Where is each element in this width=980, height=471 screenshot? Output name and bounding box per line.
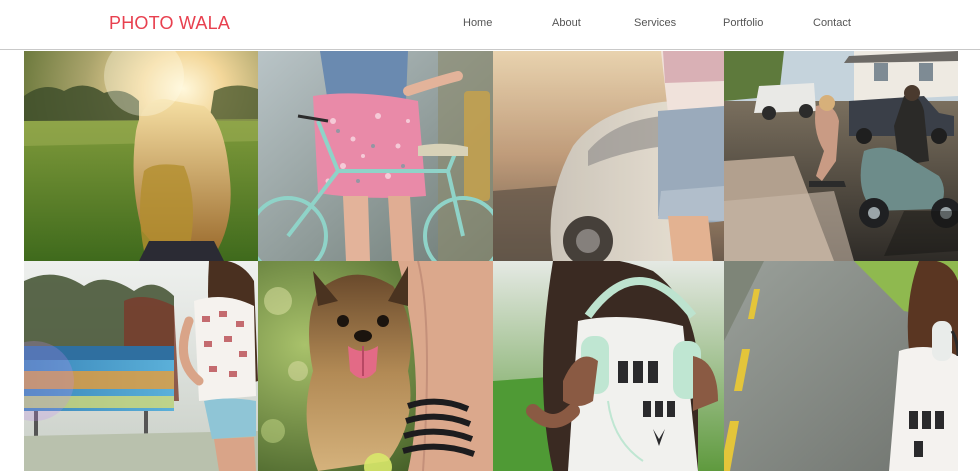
gallery-photo-floral-bicycle[interactable]: [258, 51, 493, 261]
road-image: [724, 261, 958, 471]
headphones-image: [493, 261, 724, 471]
nav-link-about[interactable]: About: [552, 16, 581, 30]
navbar: PHOTO WALA Home About Services Portfolio…: [0, 0, 980, 50]
gallery-photo-road[interactable]: [724, 261, 958, 471]
brand-logo[interactable]: PHOTO WALA: [109, 12, 230, 34]
nav-link-home[interactable]: Home: [463, 16, 492, 30]
gallery-photo-billboard[interactable]: [24, 261, 258, 471]
photo-gallery: [24, 51, 958, 471]
sunlit-field-image: [24, 51, 258, 261]
gallery-photo-denim-car[interactable]: [493, 51, 724, 261]
gallery-photo-headphones[interactable]: [493, 261, 724, 471]
floral-bicycle-image: [258, 51, 493, 261]
nav-link-contact[interactable]: Contact: [813, 16, 851, 30]
terrier-image: [258, 261, 493, 471]
gallery-photo-sunlit-field[interactable]: [24, 51, 258, 261]
gallery-photo-terrier[interactable]: [258, 261, 493, 471]
billboard-image: [24, 261, 258, 471]
nav-link-portfolio[interactable]: Portfolio: [723, 16, 763, 30]
street-scooter-image: [724, 51, 958, 261]
nav-link-services[interactable]: Services: [634, 16, 676, 30]
gallery-photo-street-scooter[interactable]: [724, 51, 958, 261]
denim-car-image: [493, 51, 724, 261]
